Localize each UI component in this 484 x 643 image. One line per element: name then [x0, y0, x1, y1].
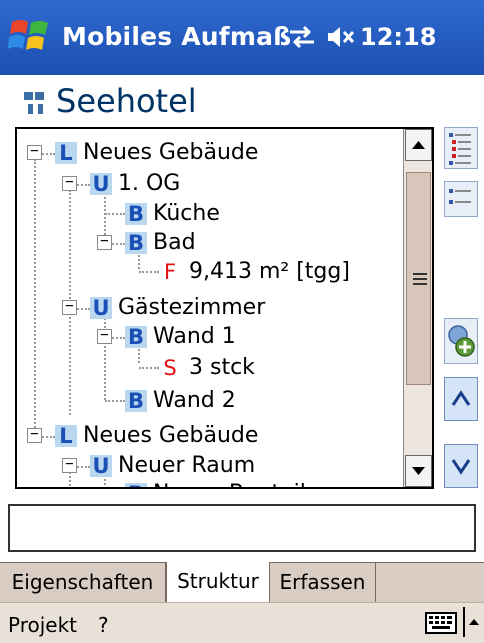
node-type-badge: B: [125, 203, 147, 226]
tab-struktur[interactable]: Struktur: [166, 562, 270, 603]
node-edit-input[interactable]: [8, 504, 476, 552]
collapse-toggle[interactable]: −: [62, 457, 77, 473]
tree-node-label[interactable]: Wand 1: [153, 324, 236, 349]
node-type-badge: B: [125, 390, 147, 413]
full-tree-view-button[interactable]: [444, 127, 478, 169]
node-type-badge: U: [90, 455, 112, 478]
move-up-button[interactable]: [444, 377, 478, 421]
structure-icon: [24, 92, 44, 114]
collapse-toggle[interactable]: −: [97, 328, 112, 344]
grip-line: [413, 273, 427, 275]
move-down-button[interactable]: [444, 444, 478, 488]
grip-line: [413, 283, 427, 285]
tree-list-icon: [449, 133, 471, 165]
tree-connector: [105, 400, 125, 402]
tree-connector: [139, 367, 159, 369]
value-type-badge: S: [163, 356, 177, 380]
title-bar: Mobiles Aufmaß 12:18: [0, 0, 484, 75]
collapsed-list-icon: [449, 189, 471, 204]
node-type-badge: B: [125, 483, 147, 487]
windows-start-icon[interactable]: [8, 14, 52, 58]
project-title: Seehotel: [56, 82, 197, 120]
tab-bar: Eigenschaften Struktur Erfassen: [0, 562, 484, 603]
node-type-badge: B: [125, 232, 147, 255]
tree-node-label[interactable]: 1. OG: [118, 171, 180, 196]
scroll-up-button[interactable]: [405, 129, 432, 161]
collapse-toggle[interactable]: −: [62, 175, 77, 191]
add-element-icon: [448, 325, 475, 357]
collapse-toggle[interactable]: −: [97, 234, 112, 250]
speaker-muted-icon[interactable]: [326, 24, 356, 50]
add-node-button[interactable]: [444, 318, 478, 364]
grip-line: [413, 278, 427, 280]
tree-node-label[interactable]: Bad: [153, 230, 196, 255]
node-type-badge: U: [90, 297, 112, 320]
scroll-down-button[interactable]: [405, 455, 432, 487]
node-type-badge: L: [55, 425, 77, 448]
node-type-badge: U: [90, 173, 112, 196]
tree-node-label[interactable]: Gästezimmer: [118, 295, 265, 320]
chevron-down-icon: [451, 459, 471, 475]
tree-connector: [34, 159, 36, 439]
tree-node-label[interactable]: Neues Gebäude: [83, 423, 258, 448]
tree-node-label[interactable]: 9,413 m² [tgg]: [189, 259, 350, 284]
app-title: Mobiles Aufmaß: [62, 22, 292, 51]
connectivity-icon[interactable]: [288, 24, 316, 50]
node-type-badge: L: [55, 142, 77, 165]
structure-tree[interactable]: − L Neues Gebäude − U 1. OG B Küche − B …: [15, 127, 434, 489]
tree-scrollbar[interactable]: [403, 129, 432, 487]
menu-projekt[interactable]: Projekt: [8, 613, 77, 637]
tree-connector: [105, 213, 125, 215]
tab-eigenschaften[interactable]: Eigenschaften: [0, 563, 166, 603]
node-type-badge: B: [125, 326, 147, 349]
collapse-toggle[interactable]: −: [62, 299, 77, 315]
triangle-up-icon: [412, 141, 425, 149]
tree-node-label[interactable]: Wand 2: [153, 388, 236, 413]
scroll-thumb[interactable]: [406, 172, 431, 385]
tree-content: − L Neues Gebäude − U 1. OG B Küche − B …: [17, 129, 403, 487]
tree-node-label[interactable]: Küche: [153, 201, 220, 226]
tab-erfassen[interactable]: Erfassen: [270, 563, 376, 603]
value-type-badge: F: [163, 260, 177, 284]
keyboard-icon[interactable]: [425, 612, 457, 634]
clock[interactable]: 12:18: [360, 23, 436, 51]
input-panel-toggle-icon[interactable]: [462, 607, 482, 637]
menu-help[interactable]: ?: [98, 613, 109, 637]
triangle-down-icon: [412, 467, 425, 475]
tree-node-label[interactable]: 3 stck: [189, 355, 255, 380]
chevron-up-icon: [451, 390, 471, 406]
collapse-toggle[interactable]: −: [27, 427, 42, 443]
tree-node-label[interactable]: Neues Bauteil: [153, 481, 306, 487]
tree-node-label[interactable]: Neuer Raum: [118, 453, 255, 478]
collapse-toggle[interactable]: −: [27, 144, 42, 160]
menu-bar: Projekt ?: [0, 602, 484, 643]
tree-node-label[interactable]: Neues Gebäude: [83, 140, 258, 165]
compact-tree-view-button[interactable]: [444, 181, 478, 217]
tree-connector: [139, 271, 159, 273]
